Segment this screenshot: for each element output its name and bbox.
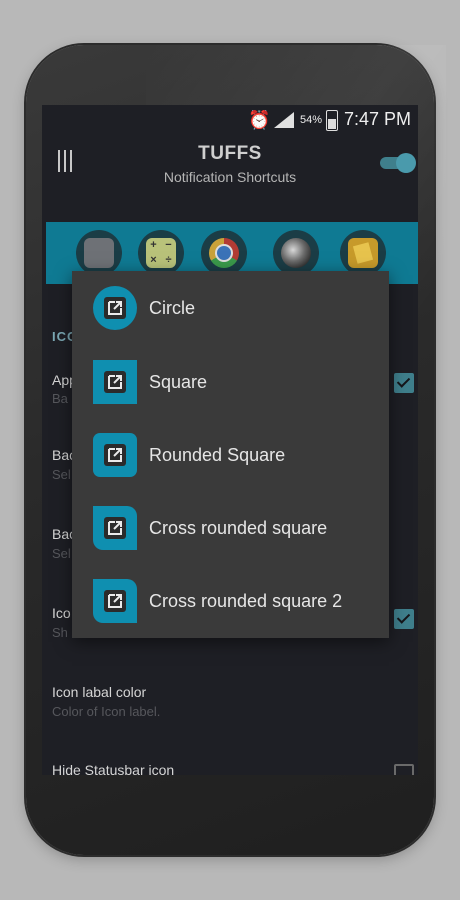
option-label: Square [149, 372, 208, 392]
setting-summary: Color of Icon label. [52, 704, 161, 719]
option-cross-rounded-square-2[interactable]: Cross rounded square 2 [72, 565, 389, 637]
setting-title: Ico [52, 605, 71, 621]
gallery-icon[interactable] [340, 230, 386, 276]
setting-summary: Sel [52, 546, 71, 561]
setting-checkbox[interactable] [394, 764, 414, 775]
cross-rounded-square-shape-icon [93, 506, 137, 550]
toggle-thumb [396, 153, 416, 173]
setting-summary: Sh [52, 625, 68, 640]
open-in-new-icon [104, 297, 126, 319]
app-title: TUFFS [198, 143, 262, 164]
circle-shape-icon [93, 286, 137, 330]
status-time: 7:47 PM [344, 109, 412, 129]
option-label: Cross rounded square [149, 518, 328, 538]
option-label: Rounded Square [149, 445, 286, 465]
option-cross-rounded-square[interactable]: Cross rounded square [72, 492, 389, 564]
setting-title: Icon labal color [52, 684, 147, 700]
cross-rounded-square-2-shape-icon [93, 579, 137, 623]
setting-summary: Sel [52, 467, 71, 482]
battery-percent: 54% [300, 114, 323, 126]
camera-icon[interactable] [76, 230, 122, 276]
enable-toggle[interactable] [376, 151, 416, 173]
open-in-new-icon [104, 444, 126, 466]
setting-title: Hide Statusbar icon [52, 762, 175, 775]
square-shape-icon [93, 360, 137, 404]
calculator-icon[interactable]: + − × ÷ [138, 230, 184, 276]
calc-times: × [150, 254, 157, 266]
app-bar: TUFFS Notification Shortcuts [42, 135, 418, 195]
icon-shape-dialog: Circle Square Rounded Square Cross round… [72, 271, 389, 638]
option-label: Cross rounded square 2 [149, 591, 343, 611]
setting-summary: Ba [52, 391, 68, 406]
calc-divide: ÷ [165, 254, 172, 266]
chrome-icon[interactable] [201, 230, 247, 276]
cell-signal-icon [274, 112, 294, 128]
option-rounded-square[interactable]: Rounded Square [72, 419, 389, 491]
calc-plus: + [150, 239, 157, 251]
photo-icon[interactable] [273, 230, 319, 276]
option-circle[interactable]: Circle [72, 272, 389, 344]
open-in-new-icon [104, 517, 126, 539]
option-label: Circle [149, 298, 196, 318]
status-bar: ⏰ 54% 7:47 PM [42, 105, 418, 135]
setting-checkbox[interactable] [394, 609, 414, 629]
alarm-clock-icon: ⏰ [248, 110, 271, 130]
app-subtitle: Notification Shortcuts [163, 169, 297, 185]
open-in-new-icon [104, 371, 126, 393]
setting-checkbox[interactable] [394, 373, 414, 393]
option-square[interactable]: Square [72, 346, 389, 418]
open-in-new-icon [104, 590, 126, 612]
calc-minus: − [165, 239, 172, 251]
rounded-square-shape-icon [93, 433, 137, 477]
battery-icon [326, 110, 338, 131]
